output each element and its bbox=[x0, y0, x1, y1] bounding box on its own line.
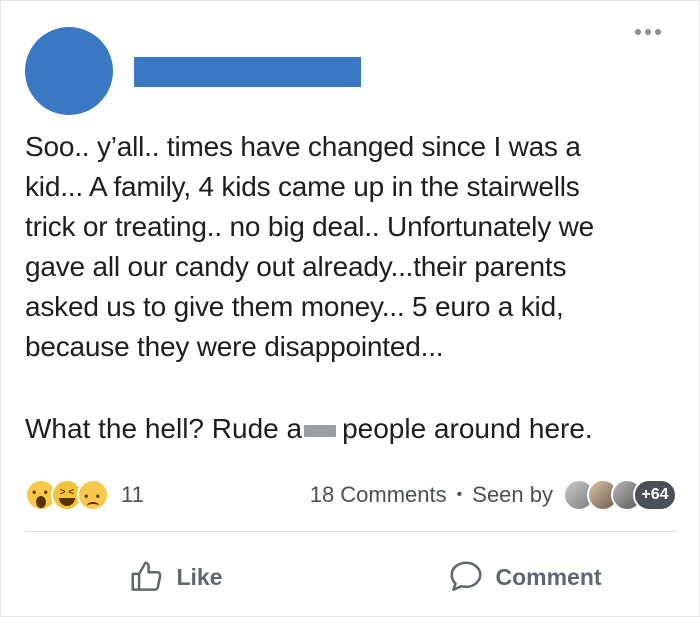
post-text-line: kid... A family, 4 kids came up in the s… bbox=[25, 171, 580, 202]
author-avatar[interactable] bbox=[25, 27, 113, 115]
facebook-post: Soo.. y’all.. times have changed since I… bbox=[0, 0, 700, 617]
author-name-redacted[interactable] bbox=[134, 57, 361, 87]
sad-reaction-icon bbox=[77, 479, 109, 511]
comment-button[interactable]: Comment bbox=[350, 549, 699, 605]
dot bbox=[655, 29, 661, 35]
separator-dot: • bbox=[456, 486, 463, 503]
post-text-line: Soo.. y’all.. times have changed since I… bbox=[25, 131, 581, 162]
seen-by-label[interactable]: Seen by bbox=[472, 482, 553, 508]
comment-label: Comment bbox=[495, 563, 602, 590]
like-button[interactable]: Like bbox=[1, 549, 350, 605]
comments-count-link[interactable]: 18 Comments bbox=[310, 482, 447, 508]
more-options-icon[interactable] bbox=[635, 29, 661, 35]
post-actions: Like Comment bbox=[1, 549, 699, 605]
seen-more-count: +64 bbox=[633, 479, 677, 511]
engagement-stats: 18 Comments • Seen by +64 bbox=[310, 479, 677, 511]
comment-bubble-icon bbox=[450, 561, 482, 591]
post-text-line: because they were disappointed... bbox=[25, 331, 444, 362]
post-text-line: gave all our candy out already...their p… bbox=[25, 251, 567, 282]
divider bbox=[25, 531, 677, 532]
reactions-summary[interactable]: 11 bbox=[25, 479, 144, 511]
reaction-count: 11 bbox=[121, 482, 144, 507]
post-text-after-censor: people around here. bbox=[342, 413, 593, 444]
seen-by-avatars[interactable]: +64 bbox=[563, 479, 677, 511]
post-text-line: asked us to give them money... 5 euro a … bbox=[25, 291, 564, 322]
dot bbox=[635, 29, 641, 35]
censor-bar bbox=[304, 425, 337, 437]
post-text-line: trick or treating.. no big deal.. Unfort… bbox=[25, 211, 594, 242]
dot bbox=[645, 29, 651, 35]
post-stats-bar: 11 18 Comments • Seen by +64 bbox=[25, 475, 677, 515]
thumbs-up-icon bbox=[131, 561, 162, 591]
post-body: Soo.. y’all.. times have changed since I… bbox=[25, 127, 685, 367]
like-label: Like bbox=[176, 563, 223, 590]
post-text-line-closing: What the hell? Rude a people around here… bbox=[25, 409, 593, 449]
post-text-before-censor: What the hell? Rude a bbox=[25, 413, 303, 444]
